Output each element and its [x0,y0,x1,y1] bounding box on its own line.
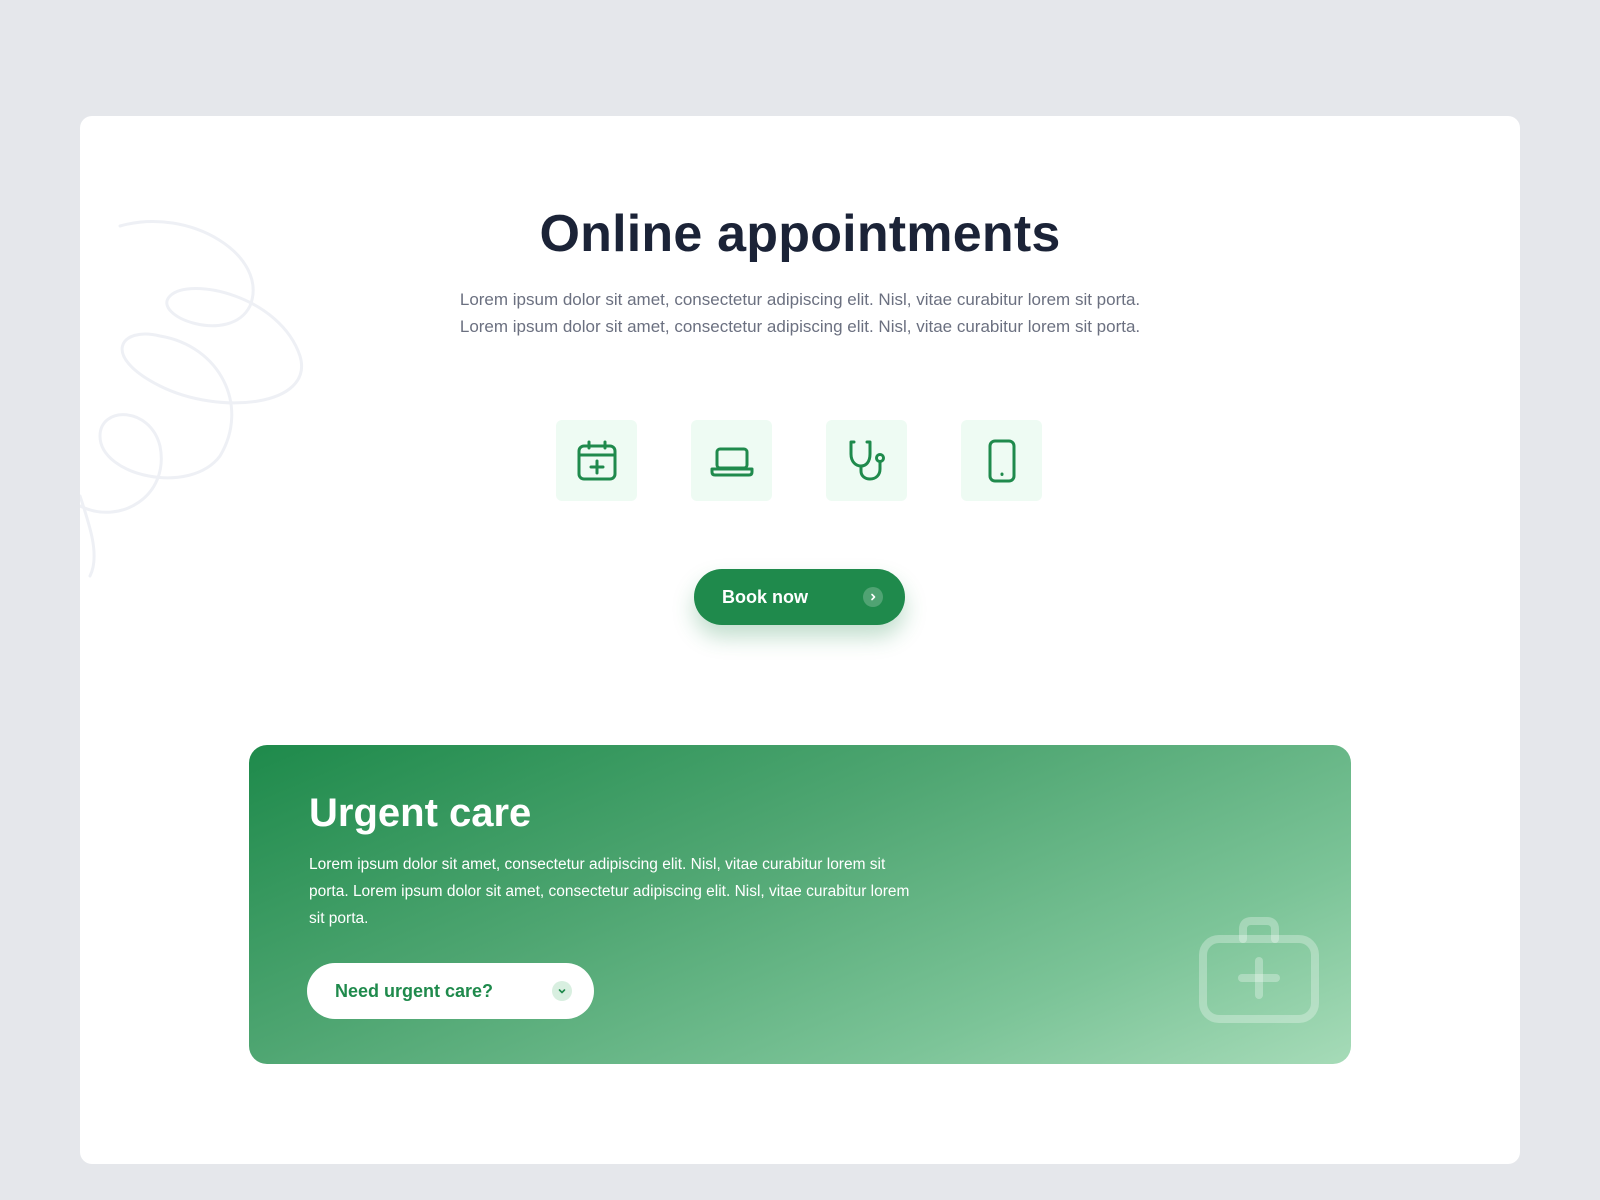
urgent-care-banner: Urgent care Lorem ipsum dolor sit amet, … [249,745,1351,1064]
need-urgent-care-label: Need urgent care? [335,980,494,1001]
section-title: Online appointments [539,205,1061,263]
urgent-care-description: Lorem ipsum dolor sit amet, consectetur … [309,856,910,927]
smartphone-tile[interactable] [961,420,1042,501]
urgent-care-title: Urgent care [309,791,532,835]
book-now-label: Book now [722,586,808,607]
smartphone-icon [988,439,1015,482]
laptop-icon [710,447,753,476]
stethoscope-tile[interactable] [826,420,907,501]
chevron-down-icon [552,981,572,1001]
book-now-button[interactable]: Book now [694,569,905,625]
calendar-tile[interactable] [556,420,637,501]
calendar-plus-icon [577,440,616,480]
first-aid-kit-icon [1199,917,1319,1023]
chevron-right-icon [863,587,883,607]
service-icons [556,420,1042,501]
stethoscope-icon [849,440,885,480]
section-description: Lorem ipsum dolor sit amet, consectetur … [459,290,1141,336]
content-card: Online appointments Lorem ipsum dolor si… [80,116,1520,1164]
decorative-scribble [80,220,304,578]
need-urgent-care-button[interactable]: Need urgent care? [307,963,594,1019]
laptop-tile[interactable] [691,420,772,501]
